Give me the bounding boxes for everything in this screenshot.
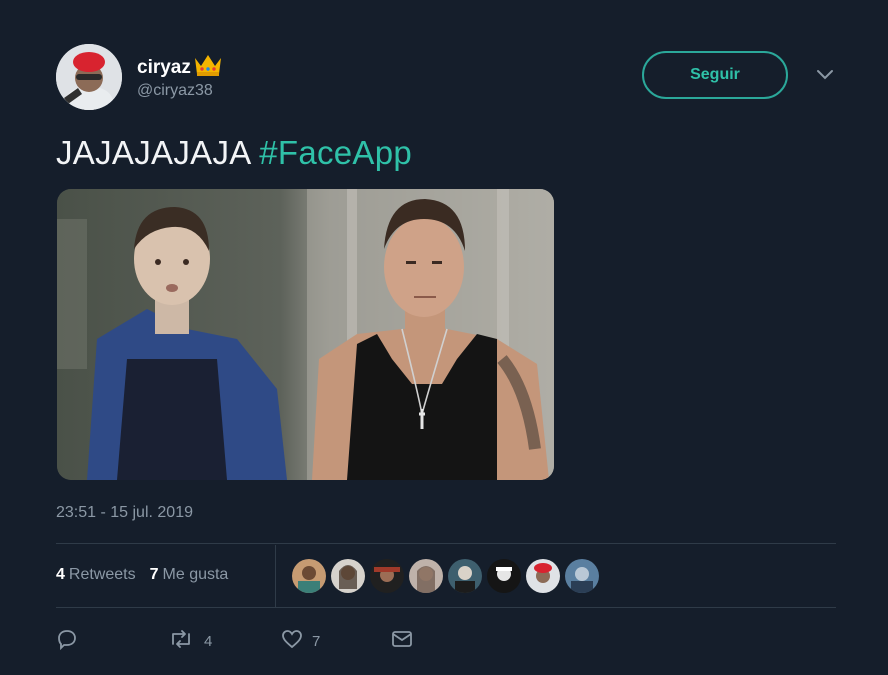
tweet-media-image[interactable] — [57, 189, 554, 480]
display-name[interactable]: ciryaz — [137, 52, 223, 84]
liker-avatar[interactable] — [448, 559, 482, 593]
liker-avatar[interactable] — [565, 559, 599, 593]
liker-avatar[interactable] — [331, 559, 365, 593]
crown-icon — [193, 52, 223, 84]
liker-avatar[interactable] — [409, 559, 443, 593]
follow-button[interactable]: Seguir — [642, 51, 788, 99]
tweet-stats: 4 Retweets 7 Me gusta — [56, 566, 228, 584]
user-handle[interactable]: @ciryaz38 — [137, 82, 213, 100]
like-button[interactable]: 7 — [280, 628, 390, 654]
liker-avatar[interactable] — [526, 559, 560, 593]
likes-stat[interactable]: 7 Me gusta — [150, 566, 229, 584]
retweets-stat[interactable]: 4 Retweets — [56, 566, 136, 584]
liker-avatars — [292, 559, 604, 593]
heart-icon — [280, 628, 304, 654]
user-avatar[interactable] — [56, 44, 122, 110]
retweet-button[interactable]: 4 — [168, 628, 280, 654]
reply-icon — [56, 628, 78, 654]
reply-button[interactable] — [56, 628, 168, 654]
liker-avatar[interactable] — [292, 559, 326, 593]
chevron-down-icon[interactable] — [816, 68, 834, 82]
tweet-timestamp[interactable]: 23:51 - 15 jul. 2019 — [56, 504, 193, 522]
tweet-actions: 4 7 — [56, 628, 414, 654]
display-name-text[interactable]: ciryaz — [137, 57, 191, 79]
retweet-icon — [168, 628, 194, 654]
tweet-text: JAJAJAJAJA #FaceApp — [56, 134, 412, 172]
retweet-count: 4 — [204, 632, 213, 650]
dm-button[interactable] — [390, 628, 414, 654]
envelope-icon — [390, 628, 414, 654]
liker-avatar[interactable] — [370, 559, 404, 593]
like-count: 7 — [312, 632, 321, 650]
retweets-count: 4 — [56, 566, 65, 583]
divider-vertical — [275, 545, 276, 608]
tweet-body: JAJAJAJAJA — [56, 134, 250, 171]
hashtag-link[interactable]: #FaceApp — [259, 134, 412, 171]
divider-top — [56, 543, 836, 544]
likes-count: 7 — [149, 566, 159, 583]
likes-label: Me gusta — [162, 566, 229, 583]
liker-avatar[interactable] — [487, 559, 521, 593]
retweets-label: Retweets — [68, 566, 136, 583]
divider-bottom — [56, 607, 836, 608]
